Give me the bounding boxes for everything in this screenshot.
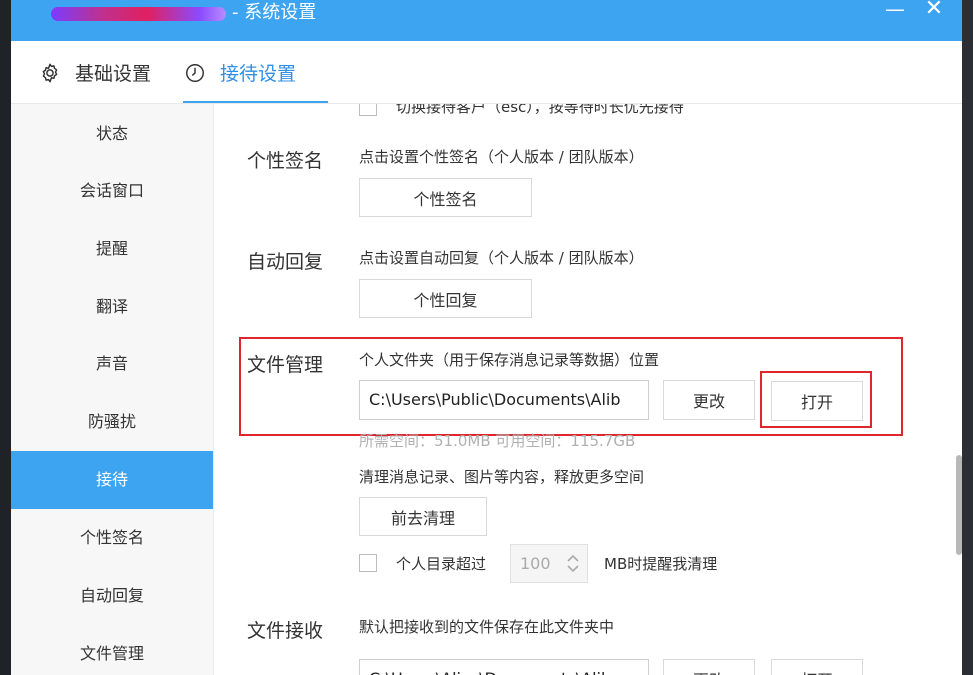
sidebar-item-sound[interactable]: 声音 <box>11 335 213 393</box>
disk-space-info: 所需空间：51.0MB 可用空间：115.7GB <box>359 432 636 450</box>
remind-suffix-label: MB时提醒我清理 <box>604 555 718 573</box>
cleanup-desc: 清理消息记录、图片等内容，释放更多空间 <box>359 468 645 486</box>
sidebar-item-signature[interactable]: 个性签名 <box>11 509 213 567</box>
tab-basic-settings[interactable]: 基础设置 <box>38 41 151 104</box>
file-receive-section-title: 文件接收 <box>247 620 324 642</box>
remind-size-stepper[interactable]: 100 <box>510 544 588 583</box>
remind-prefix-label: 个人目录超过 <box>396 555 487 573</box>
tab-reception-settings[interactable]: 接待设置 <box>183 41 296 104</box>
settings-window: - 系统设置 — ✕ 基础设置 接待设置 状态 会话窗口 提醒 翻译 声音 防骚… <box>11 0 962 675</box>
sidebar-item-auto-reply[interactable]: 自动回复 <box>11 567 213 625</box>
signature-desc: 点击设置个性签名（个人版本 / 团队版本） <box>359 148 644 166</box>
title-bar: - 系统设置 — ✕ <box>11 0 962 41</box>
auto-reply-section-title: 自动回复 <box>247 251 324 273</box>
esc-priority-checkbox[interactable] <box>359 104 377 116</box>
sidebar-item-file-management[interactable]: 文件管理 <box>11 625 213 675</box>
sidebar-item-status[interactable]: 状态 <box>11 105 213 163</box>
receive-open-button[interactable]: 打开 <box>771 659 863 675</box>
redacted-username <box>51 7 226 21</box>
receive-change-button[interactable]: 更改 <box>663 659 755 675</box>
stepper-arrows-icon[interactable] <box>565 551 581 576</box>
close-button[interactable]: ✕ <box>919 0 949 22</box>
cleanup-button[interactable]: 前去清理 <box>359 497 487 536</box>
sidebar-item-chat-window[interactable]: 会话窗口 <box>11 162 213 220</box>
remind-cleanup-checkbox[interactable] <box>359 554 377 572</box>
tab-label: 基础设置 <box>75 63 152 85</box>
highlight-open-button <box>760 371 872 428</box>
signature-button[interactable]: 个性签名 <box>359 178 532 217</box>
window-title: - 系统设置 <box>232 2 317 23</box>
gear-icon <box>38 61 62 85</box>
settings-tabs: 基础设置 接待设置 <box>11 41 962 104</box>
settings-sidebar: 状态 会话窗口 提醒 翻译 声音 防骚扰 接待 个性签名 自动回复 文件管理 <box>11 104 213 675</box>
tab-label: 接待设置 <box>220 63 297 85</box>
clock-icon <box>183 61 207 85</box>
esc-priority-label: 切换接待客户（esc），按等待时长优先接待 <box>396 104 684 116</box>
sidebar-item-anti-harassment[interactable]: 防骚扰 <box>11 393 213 451</box>
signature-section-title: 个性签名 <box>247 150 324 172</box>
auto-reply-desc: 点击设置自动回复（个人版本 / 团队版本） <box>359 249 644 267</box>
minimize-button[interactable]: — <box>880 0 910 22</box>
active-tab-indicator <box>183 101 328 103</box>
sidebar-item-translate[interactable]: 翻译 <box>11 278 213 336</box>
sidebar-item-reception[interactable]: 接待 <box>11 451 213 509</box>
background-strip <box>962 0 973 675</box>
receive-folder-path-input[interactable]: C:\Users\Alias\Documents\Alib <box>359 659 649 675</box>
sidebar-item-reminder[interactable]: 提醒 <box>11 220 213 278</box>
settings-content: 切换接待客户（esc），按等待时长优先接待 个性签名 点击设置个性签名（个人版本… <box>214 104 962 675</box>
remind-size-value: 100 <box>520 554 551 573</box>
auto-reply-button[interactable]: 个性回复 <box>359 279 532 318</box>
file-receive-desc: 默认把接收到的文件保存在此文件夹中 <box>359 618 615 636</box>
